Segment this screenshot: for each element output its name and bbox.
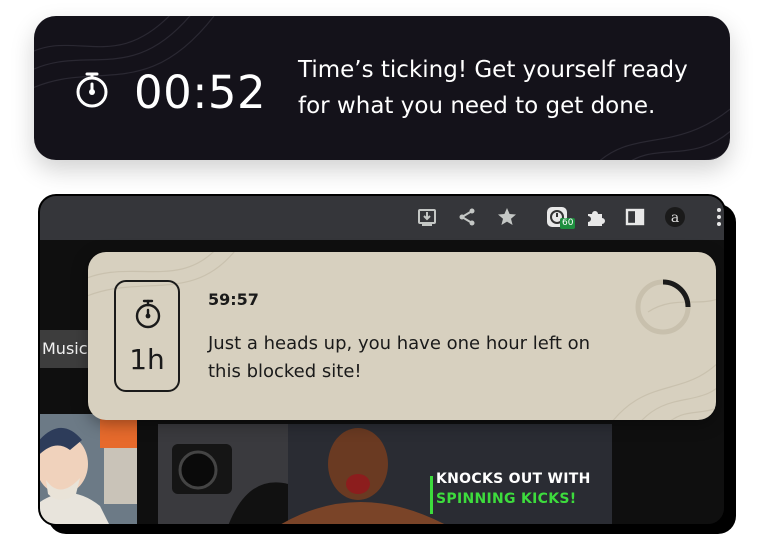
bookmark-star-icon[interactable] <box>496 206 518 228</box>
elapsed-timer: 59:57 <box>208 290 259 309</box>
time-limit-notification: 1h 59:57 Just a heads up, you have one h… <box>88 252 716 420</box>
puzzle-extensions-icon[interactable] <box>584 206 606 228</box>
install-icon[interactable] <box>416 206 438 228</box>
profile-icon[interactable]: a <box>664 206 686 228</box>
time-limit-badge: 1h <box>114 280 180 392</box>
svg-text:a: a <box>671 210 679 226</box>
progress-spinner <box>635 279 691 335</box>
stopwatch-icon <box>76 72 108 108</box>
timer-banner: 00:52 Time’s ticking! Get yourself ready… <box>34 16 730 160</box>
banner-message: Time’s ticking! Get yourself ready for w… <box>298 57 688 119</box>
countdown-timer: 00:52 <box>134 66 267 119</box>
browser-toolbar: 60 a <box>40 196 724 240</box>
notification-message: Just a heads up, you have one hour left … <box>208 333 591 382</box>
extension-badge: 60 <box>560 218 576 229</box>
stopwatch-icon <box>135 299 161 329</box>
thumbnail-caption-line2: SPINNING KICKS! <box>436 491 577 507</box>
thumbnail-caption-line1: KNOCKS OUT WITH <box>436 471 591 487</box>
side-panel-icon[interactable] <box>624 206 646 228</box>
time-limit-label: 1h <box>129 343 165 376</box>
kebab-menu-icon[interactable] <box>708 206 724 228</box>
share-icon[interactable] <box>456 206 478 228</box>
video-thumbnail[interactable] <box>40 414 137 524</box>
video-thumbnail[interactable]: KNOCKS OUT WITH SPINNING KICKS! <box>158 424 612 524</box>
